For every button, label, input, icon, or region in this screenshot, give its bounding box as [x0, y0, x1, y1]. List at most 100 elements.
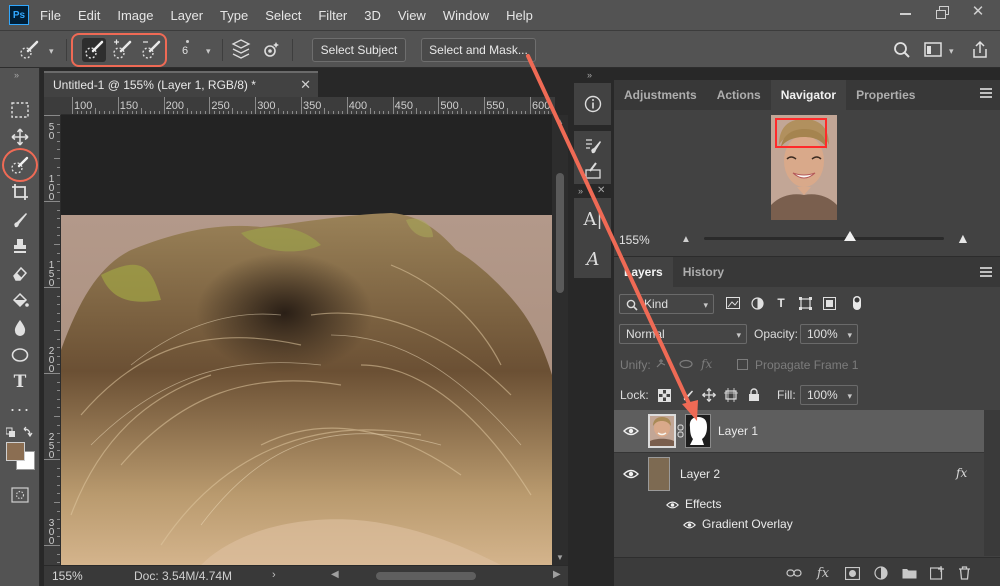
menu-layer[interactable]: Layer	[171, 8, 204, 23]
more-tools-icon[interactable]: ···	[8, 398, 32, 420]
blur-tool-icon[interactable]	[8, 316, 32, 338]
layer-filter-select[interactable]: Kind ▾	[619, 294, 714, 314]
tab-adjustments[interactable]: Adjustments	[614, 80, 707, 110]
navigator-zoom-value[interactable]: 155%	[619, 233, 650, 247]
layer-row-layer-2[interactable]: Layer 2 fx	[614, 453, 984, 495]
sample-all-layers-icon[interactable]	[230, 39, 252, 61]
layers-panel-menu-icon[interactable]	[980, 267, 992, 277]
quick-mask-icon[interactable]	[8, 484, 32, 506]
menu-3d[interactable]: 3D	[364, 8, 381, 23]
navigator-view-box[interactable]	[775, 118, 827, 148]
zoom-level[interactable]: 155%	[52, 569, 83, 583]
menu-window[interactable]: Window	[443, 8, 489, 23]
layer-1-name[interactable]: Layer 1	[718, 424, 758, 438]
move-tool-icon[interactable]	[8, 126, 32, 148]
workspace-icon[interactable]	[923, 39, 943, 61]
menu-help[interactable]: Help	[506, 8, 533, 23]
horizontal-ruler[interactable]: 100 150 200 250 300 350 400 450 500 550 600	[61, 97, 555, 115]
navigator-zoom-slider-thumb[interactable]	[844, 231, 857, 241]
layer-2-name[interactable]: Layer 2	[680, 467, 720, 481]
ruler-origin[interactable]	[44, 97, 61, 115]
layer-2-thumbnail[interactable]	[648, 457, 670, 491]
brush-size-chevron-down-icon[interactable]: ▾	[206, 46, 211, 57]
document-canvas[interactable]	[61, 115, 552, 565]
navigator-panel-menu-icon[interactable]	[980, 88, 992, 98]
menu-select[interactable]: Select	[265, 8, 301, 23]
delete-layer-icon[interactable]	[956, 566, 972, 580]
zoom-out-icon[interactable]: ▲	[681, 234, 691, 245]
type-tool-icon[interactable]: T	[8, 371, 32, 393]
dock-collapse-icon[interactable]: »	[587, 70, 592, 80]
scroll-up-icon[interactable]: ▲	[556, 117, 564, 126]
crop-tool-icon[interactable]	[8, 181, 32, 203]
share-icon[interactable]	[970, 39, 990, 61]
menu-edit[interactable]: Edit	[78, 8, 100, 23]
close-document-icon[interactable]: ✕	[300, 77, 311, 93]
layer-row-layer-1[interactable]: Layer 1	[614, 410, 984, 452]
tab-navigator[interactable]: Navigator	[770, 80, 847, 110]
lock-position-icon[interactable]	[702, 388, 716, 402]
ellipse-tool-icon[interactable]	[8, 344, 32, 366]
select-and-mask-button[interactable]: Select and Mask...	[421, 38, 536, 62]
filter-toggle-icon[interactable]	[850, 296, 864, 310]
select-subject-button[interactable]: Select Subject	[312, 38, 406, 62]
status-menu-icon[interactable]: ›	[272, 569, 276, 581]
vertical-scroll-thumb[interactable]	[556, 173, 564, 293]
horizontal-scroll-thumb[interactable]	[376, 572, 476, 580]
workspace-chevron-down-icon[interactable]: ▾	[949, 46, 954, 57]
effects-visibility-eye-icon[interactable]	[666, 500, 679, 510]
scroll-down-icon[interactable]: ▼	[556, 553, 564, 562]
layer-1-link-icon[interactable]	[677, 424, 684, 438]
tab-layers[interactable]: Layers	[614, 257, 673, 287]
tab-history[interactable]: History	[673, 257, 734, 287]
blend-mode-select[interactable]: Normal ▾	[619, 324, 747, 344]
filter-smart-object-icon[interactable]	[822, 296, 836, 310]
effects-label[interactable]: Effects	[685, 497, 721, 511]
add-layer-style-icon[interactable]: fx	[815, 566, 831, 581]
menu-type[interactable]: Type	[220, 8, 248, 23]
scroll-right-icon[interactable]: ▶	[553, 569, 561, 580]
filter-pixel-icon[interactable]	[726, 296, 740, 310]
minimize-icon[interactable]	[898, 4, 914, 20]
gradient-overlay-visibility-eye-icon[interactable]	[683, 520, 696, 530]
marquee-tool-icon[interactable]	[8, 99, 32, 121]
tab-properties[interactable]: Properties	[846, 80, 925, 110]
menu-filter[interactable]: Filter	[318, 8, 347, 23]
preset-chevron-down-icon[interactable]: ▾	[49, 46, 54, 57]
add-layer-mask-icon[interactable]	[844, 566, 860, 580]
swap-colors-icon[interactable]	[6, 426, 34, 440]
link-layers-icon[interactable]	[786, 566, 802, 580]
lock-all-icon[interactable]	[747, 388, 761, 402]
navigator-zoom-slider[interactable]	[704, 237, 944, 240]
toolbar-collapse-icon[interactable]: »	[14, 70, 19, 80]
close-icon[interactable]: ✕	[970, 4, 986, 20]
layer-2-visibility-eye-icon[interactable]	[623, 468, 639, 480]
propagate-frame-checkbox[interactable]	[737, 359, 748, 370]
character-icon[interactable]: A|	[583, 209, 602, 230]
quick-selection-preset-icon[interactable]	[18, 39, 40, 61]
filter-type-icon[interactable]: T	[774, 296, 788, 310]
brush-size-value[interactable]: 6	[182, 45, 188, 57]
restore-icon[interactable]	[934, 4, 950, 20]
info-icon[interactable]	[584, 95, 602, 113]
brush-settings-icon[interactable]	[584, 137, 602, 155]
document-tab[interactable]: Untitled-1 @ 155% (Layer 1, RGB/8) * ✕	[44, 71, 318, 97]
filter-shape-icon[interactable]	[798, 296, 812, 310]
auto-enhance-icon[interactable]	[260, 39, 282, 61]
layer-2-fx-icon[interactable]: fx	[956, 466, 967, 480]
layers-scrollbar[interactable]	[984, 410, 1000, 556]
menu-file[interactable]: File	[40, 8, 61, 23]
layer-1-mask-thumbnail[interactable]	[685, 414, 711, 448]
eraser-tool-icon[interactable]	[8, 262, 32, 284]
paint-bucket-tool-icon[interactable]	[8, 289, 32, 311]
new-adjustment-layer-icon[interactable]	[873, 566, 889, 580]
lock-artboard-icon[interactable]	[724, 388, 738, 402]
dock-close-icon[interactable]: ✕	[597, 185, 605, 196]
opacity-field[interactable]: 100% ▾	[800, 324, 858, 344]
fill-field[interactable]: 100% ▾	[800, 385, 858, 405]
menu-view[interactable]: View	[398, 8, 426, 23]
search-icon[interactable]	[893, 39, 911, 61]
glyphs-icon[interactable]: A	[584, 249, 602, 270]
brush-tool-icon[interactable]	[8, 209, 32, 231]
dock-collapse-icon-2[interactable]: »	[578, 186, 583, 196]
